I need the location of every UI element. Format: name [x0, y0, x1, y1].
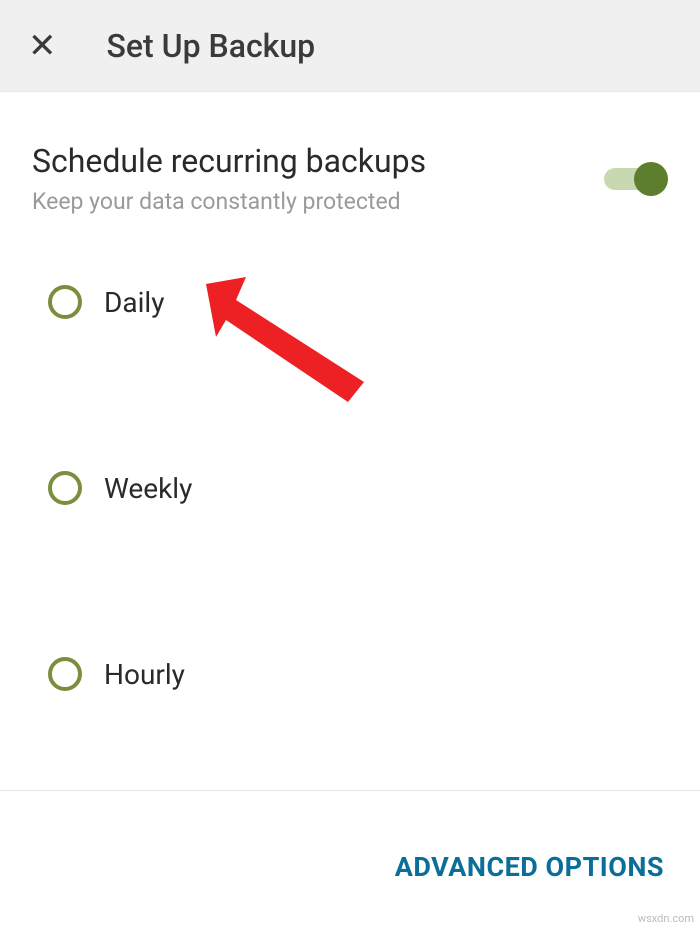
- schedule-subtitle: Keep your data constantly protected: [32, 188, 426, 215]
- advanced-options-button[interactable]: ADVANCED OPTIONS: [395, 851, 664, 883]
- app-header: ✕ Set Up Backup: [0, 0, 700, 92]
- option-label: Daily: [104, 286, 164, 319]
- toggle-knob: [634, 162, 668, 196]
- main-content: Schedule recurring backups Keep your dat…: [0, 92, 700, 691]
- page-title: Set Up Backup: [107, 27, 316, 65]
- schedule-toggle[interactable]: [604, 161, 668, 197]
- watermark: wsxdn.com: [638, 912, 694, 925]
- option-daily[interactable]: Daily: [48, 285, 668, 319]
- schedule-toggle-row: Schedule recurring backups Keep your dat…: [32, 142, 668, 215]
- footer: ADVANCED OPTIONS: [395, 851, 664, 883]
- close-icon[interactable]: ✕: [28, 29, 57, 63]
- schedule-title: Schedule recurring backups: [32, 142, 426, 180]
- radio-icon: [48, 285, 82, 319]
- option-label: Weekly: [104, 472, 192, 505]
- schedule-text-block: Schedule recurring backups Keep your dat…: [32, 142, 426, 215]
- radio-icon: [48, 657, 82, 691]
- frequency-options: Daily Weekly Hourly: [32, 285, 668, 691]
- footer-divider: [0, 790, 700, 791]
- radio-icon: [48, 471, 82, 505]
- option-hourly[interactable]: Hourly: [48, 657, 668, 691]
- option-weekly[interactable]: Weekly: [48, 471, 668, 505]
- option-label: Hourly: [104, 658, 185, 691]
